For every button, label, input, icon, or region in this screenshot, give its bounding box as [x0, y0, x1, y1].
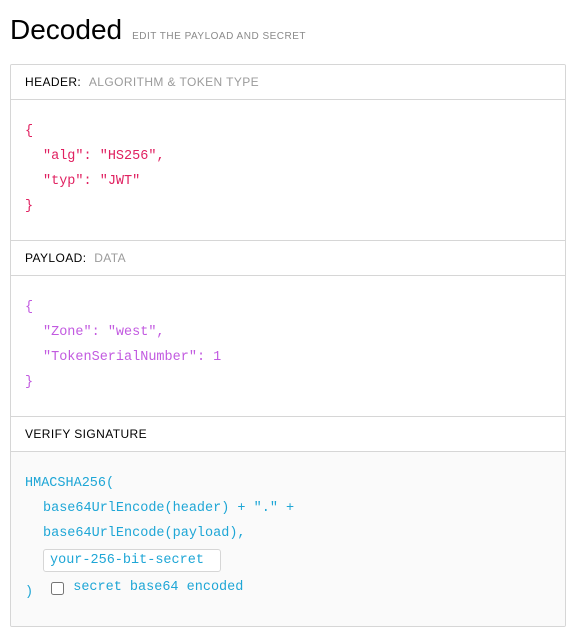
- header-label: HEADER:: [25, 75, 81, 89]
- secret-input[interactable]: [43, 549, 221, 572]
- json-brace-open: {: [25, 124, 33, 139]
- signature-label: VERIFY SIGNATURE: [25, 427, 147, 441]
- payload-section: PAYLOAD: DATA { "Zone": "west", "TokenSe…: [11, 240, 565, 416]
- payload-sublabel: DATA: [94, 251, 126, 265]
- title-row: Decoded EDIT THE PAYLOAD AND SECRET: [10, 14, 566, 46]
- payload-json-editor[interactable]: { "Zone": "west", "TokenSerialNumber": 1…: [11, 276, 565, 416]
- header-sublabel: ALGORITHM & TOKEN TYPE: [89, 75, 259, 89]
- payload-label: PAYLOAD:: [25, 251, 86, 265]
- signature-section: VERIFY SIGNATURE HMACSHA256( base64UrlEn…: [11, 416, 565, 626]
- secret-base64-label: secret base64 encoded: [73, 576, 243, 601]
- json-val-typ: "JWT": [100, 174, 141, 189]
- json-key-tsn: "TokenSerialNumber": [43, 350, 197, 365]
- decoded-panel: HEADER: ALGORITHM & TOKEN TYPE { "alg": …: [10, 64, 566, 627]
- page-title: Decoded: [10, 14, 122, 46]
- json-val-tsn: 1: [213, 350, 221, 365]
- json-brace-open: {: [25, 300, 33, 315]
- signature-body: HMACSHA256( base64UrlEncode(header) + ".…: [11, 452, 565, 626]
- signature-line2: base64UrlEncode(payload),: [25, 522, 551, 547]
- secret-base64-checkbox[interactable]: [51, 582, 64, 595]
- signature-func: HMACSHA256(: [25, 472, 551, 497]
- json-val-alg: "HS256": [100, 149, 157, 164]
- signature-line1: base64UrlEncode(header) + "." +: [25, 497, 551, 522]
- json-brace-close: }: [25, 375, 33, 390]
- header-section: HEADER: ALGORITHM & TOKEN TYPE { "alg": …: [11, 65, 565, 240]
- json-val-zone: "west": [108, 325, 157, 340]
- header-section-title: HEADER: ALGORITHM & TOKEN TYPE: [11, 65, 565, 100]
- header-json-editor[interactable]: { "alg": "HS256", "typ": "JWT" }: [11, 100, 565, 240]
- json-brace-close: }: [25, 199, 33, 214]
- signature-close-paren: ): [25, 585, 33, 600]
- signature-section-title: VERIFY SIGNATURE: [11, 417, 565, 452]
- json-key-zone: "Zone": [43, 325, 92, 340]
- payload-section-title: PAYLOAD: DATA: [11, 241, 565, 276]
- json-key-alg: "alg": [43, 149, 84, 164]
- page-subtitle: EDIT THE PAYLOAD AND SECRET: [132, 31, 306, 42]
- json-key-typ: "typ": [43, 174, 84, 189]
